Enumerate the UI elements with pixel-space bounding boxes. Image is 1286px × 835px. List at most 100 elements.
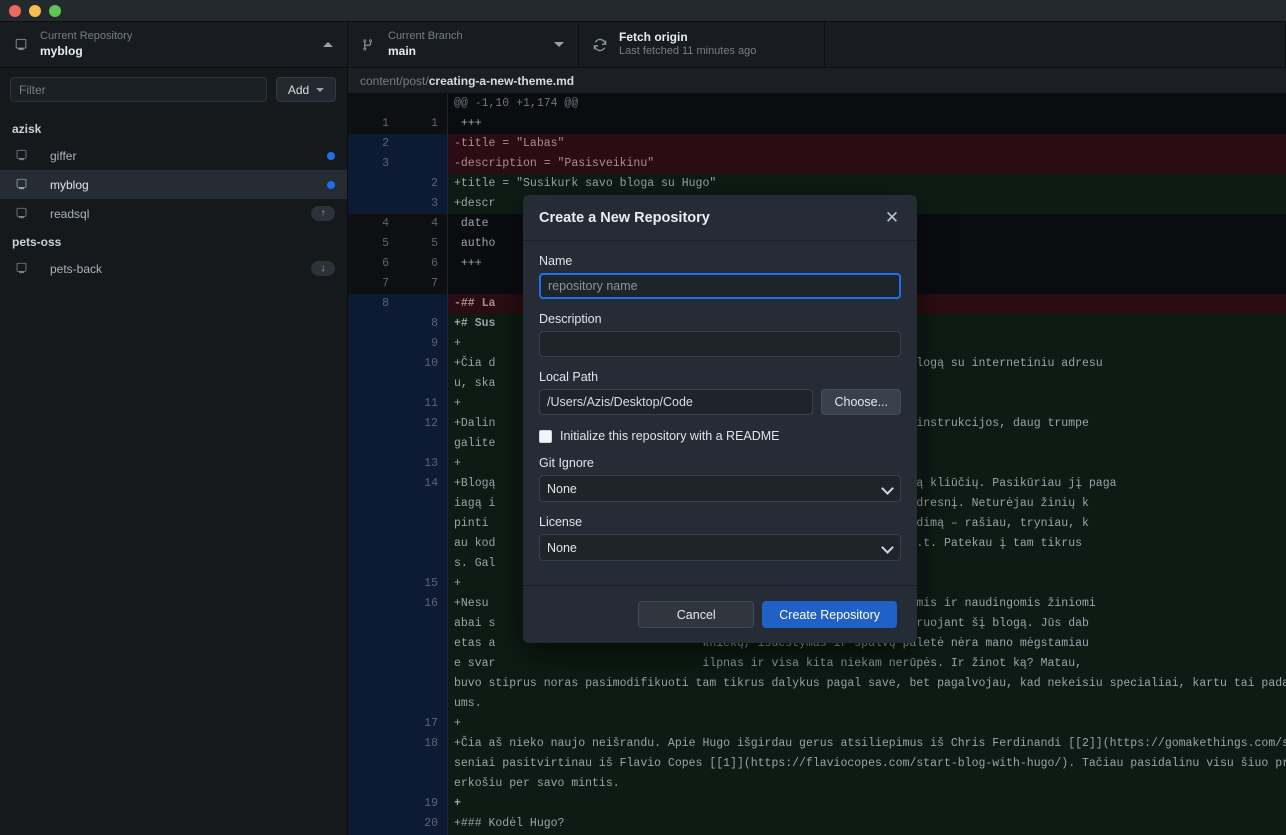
diff-old-line-number xyxy=(348,714,398,734)
dialog-footer: Cancel Create Repository xyxy=(523,585,917,643)
sidebar-item-myblog[interactable]: myblog xyxy=(0,170,347,199)
local-path-row: Choose... xyxy=(539,389,901,415)
current-repository-name: myblog xyxy=(40,43,83,58)
git-ignore-select[interactable]: None xyxy=(539,475,901,502)
local-path-input[interactable] xyxy=(539,389,814,415)
diff-old-line-number xyxy=(348,594,398,714)
diff-old-line-number xyxy=(348,814,398,834)
diff-old-line-number xyxy=(348,334,398,354)
file-path-directory: content/post/ xyxy=(360,73,429,88)
repo-group-title: pets-oss xyxy=(12,235,62,249)
cancel-button[interactable]: Cancel xyxy=(638,601,755,628)
chevron-down-icon xyxy=(554,42,564,47)
repository-list: azisk giffer myblog readsql ↑ pets-oss p… xyxy=(0,111,347,835)
add-button[interactable]: Add xyxy=(276,77,336,102)
license-select[interactable]: None xyxy=(539,534,901,561)
window-titlebar xyxy=(0,0,1286,22)
description-input[interactable] xyxy=(539,331,901,357)
local-path-label: Local Path xyxy=(539,370,599,384)
git-ignore-label: Git Ignore xyxy=(539,456,594,470)
minimize-window-button[interactable] xyxy=(29,4,41,17)
diff-line-text: @@ -1,10 +1,174 @@ xyxy=(448,94,1286,114)
file-path-filename: creating-a-new-theme.md xyxy=(428,73,575,88)
create-repository-dialog: Create a New Repository ✕ Name Descripti… xyxy=(523,195,917,643)
diff-old-line-number xyxy=(348,194,398,214)
diff-line-text: +### Kodėl Hugo? xyxy=(448,814,1286,834)
diff-new-line-number: 4 xyxy=(398,214,448,234)
diff-row: 1 1 +++ xyxy=(348,114,1286,134)
diff-new-line-number: 20 xyxy=(398,814,448,834)
diff-new-line-number xyxy=(398,134,448,154)
diff-old-line-number: 2 xyxy=(348,134,398,154)
app-window: Current Repository myblog Add azisk xyxy=(0,0,1286,835)
diff-old-line-number xyxy=(348,174,398,194)
repo-icon xyxy=(12,149,30,162)
diff-old-line-number: 7 xyxy=(348,274,398,294)
repo-icon xyxy=(12,262,30,275)
diff-row: 2 -title = "Labas" xyxy=(348,134,1286,154)
diff-row: 18 +Čia aš nieko naujo neišrandu. Apie H… xyxy=(348,734,1286,794)
diff-row: 17 + xyxy=(348,714,1286,734)
maximize-window-button[interactable] xyxy=(49,4,61,17)
diff-old-line-number xyxy=(348,314,398,334)
diff-old-line-number xyxy=(348,574,398,594)
diff-new-line-number: 12 xyxy=(398,414,448,454)
diff-new-line-number xyxy=(398,154,448,174)
sidebar-item-pets-back[interactable]: pets-back ↓ xyxy=(0,254,347,283)
diff-line-text: +++ xyxy=(448,114,1286,134)
name-label: Name xyxy=(539,254,573,268)
diff-line-text: -title = "Labas" xyxy=(448,134,1286,154)
sidebar-item-readsql[interactable]: readsql ↑ xyxy=(0,199,347,228)
diff-line-text: -description = "Pasisveikinu" xyxy=(448,154,1286,174)
diff-row: 19 + xyxy=(348,794,1286,814)
diff-old-line-number: 4 xyxy=(348,214,398,234)
diff-old-line-number xyxy=(348,94,398,114)
close-icon[interactable]: ✕ xyxy=(881,207,903,229)
choose-button[interactable]: Choose... xyxy=(821,389,901,415)
diff-row: 3 -description = "Pasisveikinu" xyxy=(348,154,1286,174)
current-branch-value: main xyxy=(388,43,417,58)
toolbar: Current Branch main Fetch origin Last fe… xyxy=(348,22,1286,68)
diff-old-line-number xyxy=(348,414,398,454)
diff-new-line-number: 18 xyxy=(398,734,448,794)
readme-checkbox[interactable] xyxy=(539,429,552,443)
diff-old-line-number: 3 xyxy=(348,154,398,174)
diff-new-line-number xyxy=(398,294,448,314)
branch-icon xyxy=(360,38,378,52)
diff-new-line-number: 13 xyxy=(398,454,448,474)
current-repository-caption: Current Repository xyxy=(40,30,133,43)
chevron-up-icon xyxy=(323,42,333,47)
diff-new-line-number: 2 xyxy=(398,174,448,194)
diff-line-text: + xyxy=(448,714,1286,734)
dialog-title: Create a New Repository xyxy=(539,209,710,226)
readme-checkbox-row[interactable]: Initialize this repository with a README xyxy=(539,429,901,443)
current-branch-selector[interactable]: Current Branch main xyxy=(348,22,579,67)
sidebar: Current Repository myblog Add azisk xyxy=(0,22,348,835)
sidebar-item-label: myblog xyxy=(50,177,89,192)
search-input[interactable] xyxy=(10,77,267,102)
diff-new-line-number: 14 xyxy=(398,474,448,574)
repository-name-input[interactable] xyxy=(539,273,901,299)
diff-line-text: +Čia aš nieko naujo neišrandu. Apie Hugo… xyxy=(448,734,1286,794)
diff-row: 2 +title = "Susikurk savo bloga su Hugo" xyxy=(348,174,1286,194)
create-repository-button[interactable]: Create Repository xyxy=(762,601,897,628)
fetch-origin-button[interactable]: Fetch origin Last fetched 11 minutes ago xyxy=(579,22,825,67)
diff-old-line-number xyxy=(348,794,398,814)
diff-old-line-number xyxy=(348,734,398,794)
diff-new-line-number: 10 xyxy=(398,354,448,394)
dialog-body: Name Description Local Path Choose... In… xyxy=(523,241,917,585)
diff-new-line-number: 15 xyxy=(398,574,448,594)
diff-new-line-number: 17 xyxy=(398,714,448,734)
license-select-wrap: None xyxy=(539,534,901,561)
diff-line-text: + xyxy=(448,794,1286,814)
diff-old-line-number: 8 xyxy=(348,294,398,314)
pull-badge: ↓ xyxy=(311,261,335,276)
diff-old-line-number: 6 xyxy=(348,254,398,274)
filter-row: Add xyxy=(0,68,347,111)
fetch-origin-subtitle: Last fetched 11 minutes ago xyxy=(619,45,757,58)
current-repository-selector[interactable]: Current Repository myblog xyxy=(0,22,347,68)
diff-old-line-number: 5 xyxy=(348,234,398,254)
sidebar-item-giffer[interactable]: giffer xyxy=(0,141,347,170)
toolbar-spacer xyxy=(825,22,1286,67)
close-window-button[interactable] xyxy=(9,4,21,17)
